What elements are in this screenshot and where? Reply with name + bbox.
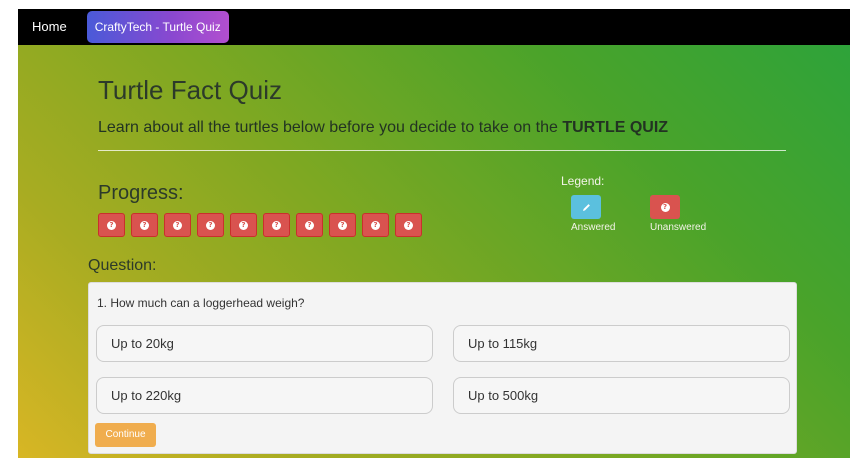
subtitle-text: Learn about all the turtles below before… (98, 119, 563, 136)
legend-unanswered-swatch: ? (650, 195, 680, 219)
progress-button-7[interactable]: ? (296, 213, 323, 237)
main-content: Turtle Fact Quiz Learn about all the tur… (18, 45, 850, 458)
progress-button-4[interactable]: ? (197, 213, 224, 237)
header-divider (98, 150, 786, 151)
progress-buttons: ? ? ? ? ? ? ? ? ? ? (98, 213, 422, 237)
progress-button-2[interactable]: ? (131, 213, 158, 237)
top-navbar: Home CraftyTech - Turtle Quiz (18, 9, 850, 45)
continue-button[interactable]: Continue (95, 423, 156, 447)
progress-button-5[interactable]: ? (230, 213, 257, 237)
legend-answered-swatch (571, 195, 601, 219)
page-title: Turtle Fact Quiz (98, 75, 282, 105)
question-panel: 1. How much can a loggerhead weigh? Up t… (88, 282, 797, 454)
progress-button-8[interactable]: ? (329, 213, 356, 237)
question-circle-icon: ? (305, 220, 314, 230)
nav-quiz-tab[interactable]: CraftyTech - Turtle Quiz (86, 11, 229, 43)
answer-option-1[interactable]: Up to 20kg (96, 325, 433, 362)
question-circle-icon: ? (239, 220, 248, 230)
question-circle-icon: ? (404, 220, 413, 230)
question-circle-icon: ? (107, 220, 116, 230)
legend-label: Legend: (561, 174, 605, 188)
progress-button-3[interactable]: ? (164, 213, 191, 237)
subtitle-emphasis: TURTLE QUIZ (562, 119, 669, 136)
legend-unanswered-label: Unanswered (650, 222, 707, 233)
progress-button-1[interactable]: ? (98, 213, 125, 237)
question-circle-icon: ? (206, 220, 215, 230)
progress-label: Progress: (98, 182, 184, 204)
question-circle-icon: ? (371, 220, 380, 230)
pencil-icon (582, 203, 590, 211)
progress-button-6[interactable]: ? (263, 213, 290, 237)
answer-option-3[interactable]: Up to 220kg (96, 377, 433, 414)
question-label: Question: (88, 257, 157, 274)
answer-option-2[interactable]: Up to 115kg (453, 325, 790, 362)
question-circle-icon: ? (173, 220, 182, 230)
question-circle-icon: ? (140, 220, 149, 230)
question-text: 1. How much can a loggerhead weigh? (97, 296, 305, 310)
nav-home-link[interactable]: Home (18, 9, 81, 45)
progress-button-10[interactable]: ? (395, 213, 422, 237)
page-subtitle: Learn about all the turtles below before… (98, 119, 668, 137)
legend-answered-label: Answered (571, 222, 616, 233)
progress-button-9[interactable]: ? (362, 213, 389, 237)
question-circle-icon: ? (660, 202, 670, 212)
question-circle-icon: ? (272, 220, 281, 230)
question-circle-icon: ? (338, 220, 347, 230)
answer-option-4[interactable]: Up to 500kg (453, 377, 790, 414)
